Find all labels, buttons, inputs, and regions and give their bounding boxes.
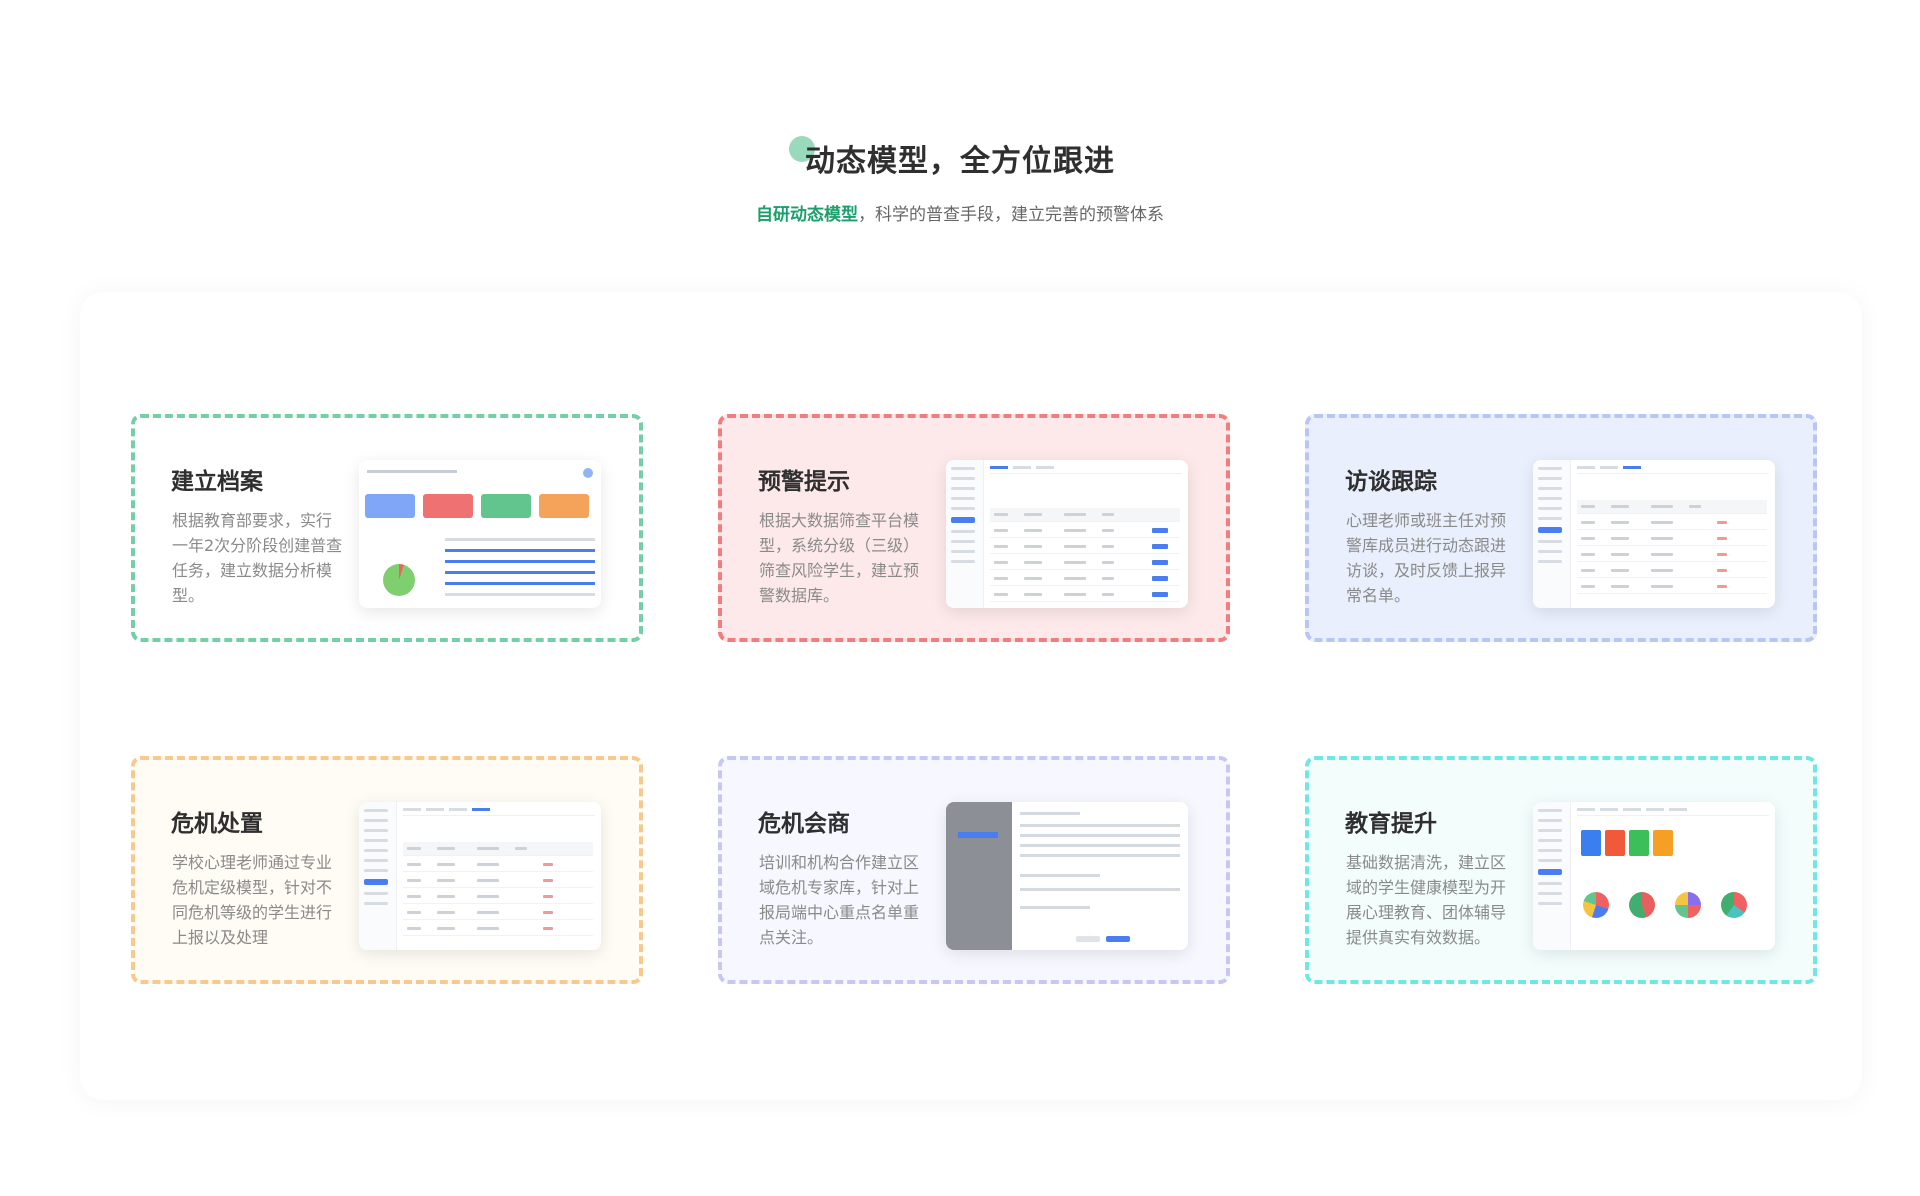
section-title: 动态模型，全方位跟进 [805, 144, 1115, 179]
card-title: 教育提升 [1345, 811, 1437, 837]
card-title: 建立档案 [171, 469, 263, 495]
card-title: 危机处置 [171, 811, 263, 837]
crisis-list-screenshot [359, 802, 601, 950]
subtitle-highlight: 自研动态模型 [756, 205, 858, 225]
dashboard-screenshot [359, 460, 601, 608]
section-subtitle: 自研动态模型，科学的普查手段，建立完善的预警体系 [0, 200, 1920, 225]
card-title: 预警提示 [758, 469, 850, 495]
feature-card-education: 教育提升 基础数据清洗，建立区域的学生健康模型为开展心理教育、团体辅导提供真实有… [1305, 756, 1817, 984]
card-description: 心理老师或班主任对预警库成员进行动态跟进访谈，及时反馈上报异常名单。 [1346, 511, 1507, 605]
card-title: 访谈跟踪 [1345, 469, 1437, 495]
card-title: 危机会商 [758, 811, 850, 837]
feature-card-warning: 预警提示 根据大数据筛查平台模型，系统分级（三级）筛查风险学生，建立预警数据库。 [718, 414, 1230, 642]
subtitle-text: ，科学的普查手段，建立完善的预警体系 [858, 205, 1164, 225]
card-description: 根据教育部要求，实行一年2次分阶段创建普查任务，建立数据分析模型。 [172, 511, 343, 605]
feature-card-interview: 访谈跟踪 心理老师或班主任对预警库成员进行动态跟进访谈，及时反馈上报异常名单。 [1305, 414, 1817, 642]
feature-card-crisis-consult: 危机会商 培训和机构合作建立区域危机专家库，针对上报局端中心重点名单重点关注。 [718, 756, 1230, 984]
card-description: 基础数据清洗，建立区域的学生健康模型为开展心理教育、团体辅导提供真实有效数据。 [1346, 853, 1507, 947]
section-header: 动态模型，全方位跟进 自研动态模型，科学的普查手段，建立完善的预警体系 [0, 136, 1920, 225]
card-description: 学校心理老师通过专业危机定级模型，针对不同危机等级的学生进行上报以及处理 [172, 853, 333, 947]
education-stats-screenshot [1533, 802, 1775, 950]
interview-list-screenshot [1533, 460, 1775, 608]
card-description: 根据大数据筛查平台模型，系统分级（三级）筛查风险学生，建立预警数据库。 [759, 511, 920, 605]
pie-chart-icon [383, 564, 415, 596]
feature-card-archive: 建立档案 根据教育部要求，实行一年2次分阶段创建普查任务，建立数据分析模型。 [131, 414, 643, 642]
warning-list-screenshot [946, 460, 1188, 608]
title-wrap: 动态模型，全方位跟进 [789, 136, 1115, 180]
consult-form-screenshot [946, 802, 1188, 950]
feature-card-crisis-handling: 危机处置 学校心理老师通过专业危机定级模型，针对不同危机等级的学生进行上报以及处… [131, 756, 643, 984]
card-description: 培训和机构合作建立区域危机专家库，针对上报局端中心重点名单重点关注。 [759, 853, 920, 947]
